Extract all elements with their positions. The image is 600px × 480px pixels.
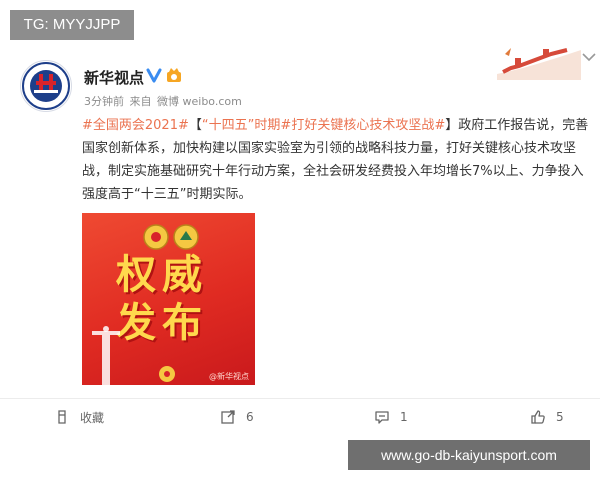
chevron-down-icon[interactable] [581,52,597,62]
author-name[interactable]: 新华视点 [84,67,144,88]
comment-icon [375,411,389,424]
source-prefix: 来自 [129,95,152,108]
divider [0,398,600,399]
collect-button[interactable]: 收藏 [54,404,104,430]
collect-icon [58,410,66,424]
post-time[interactable]: 3分钟前 [84,95,124,108]
hashtag-link-2[interactable]: “十四五”时期#打好关键核心技术攻坚战# [202,118,445,133]
repost-count: 6 [246,410,254,424]
small-emblem-icon [159,366,175,382]
verified-icon [146,68,162,83]
great-wall-decoration-icon [497,48,581,80]
image-title-line2: 发布 [116,300,208,346]
post-text: #全国两会2021#【“十四五”时期#打好关键核心技术攻坚战#】政府工作报告说，… [82,114,596,206]
comment-button[interactable]: 1 [374,404,408,430]
avatar[interactable] [20,60,72,112]
source-name[interactable]: 微博 weibo.com [157,95,242,108]
post-image[interactable]: 权威 发布 @新华视点 [82,213,255,385]
tg-watermark-label: TG: MYYJJPP [10,10,134,40]
huabiao-column-icon [92,326,120,385]
emblem-icons [143,224,199,250]
repost-icon [221,410,235,424]
repost-button[interactable]: 6 [220,404,254,430]
image-title-line1: 权威 [116,252,208,298]
quote-term: 十四五 [208,118,248,133]
collect-label: 收藏 [80,410,105,425]
period-text: 时期 [254,118,281,133]
quote-open: “ [201,118,209,133]
like-button[interactable]: 5 [530,404,564,430]
hashtag-link[interactable]: #全国两会2021# [82,118,189,133]
like-count: 5 [556,410,564,424]
member-badge-icon [167,68,181,82]
comment-count: 1 [400,410,408,424]
site-watermark-label: www.go-db-kaiyunsport.com [348,440,590,470]
post-meta: 3分钟前 来自 微博 weibo.com [84,93,244,109]
xinhua-logo-icon [22,62,70,110]
hashtag-text: #打好关键核心技术攻坚战# [280,118,446,133]
image-watermark: @新华视点 [209,372,249,381]
bracket-open: 【 [188,118,202,133]
bracket-close: 】 [445,118,459,133]
thumbs-up-icon [531,410,545,424]
